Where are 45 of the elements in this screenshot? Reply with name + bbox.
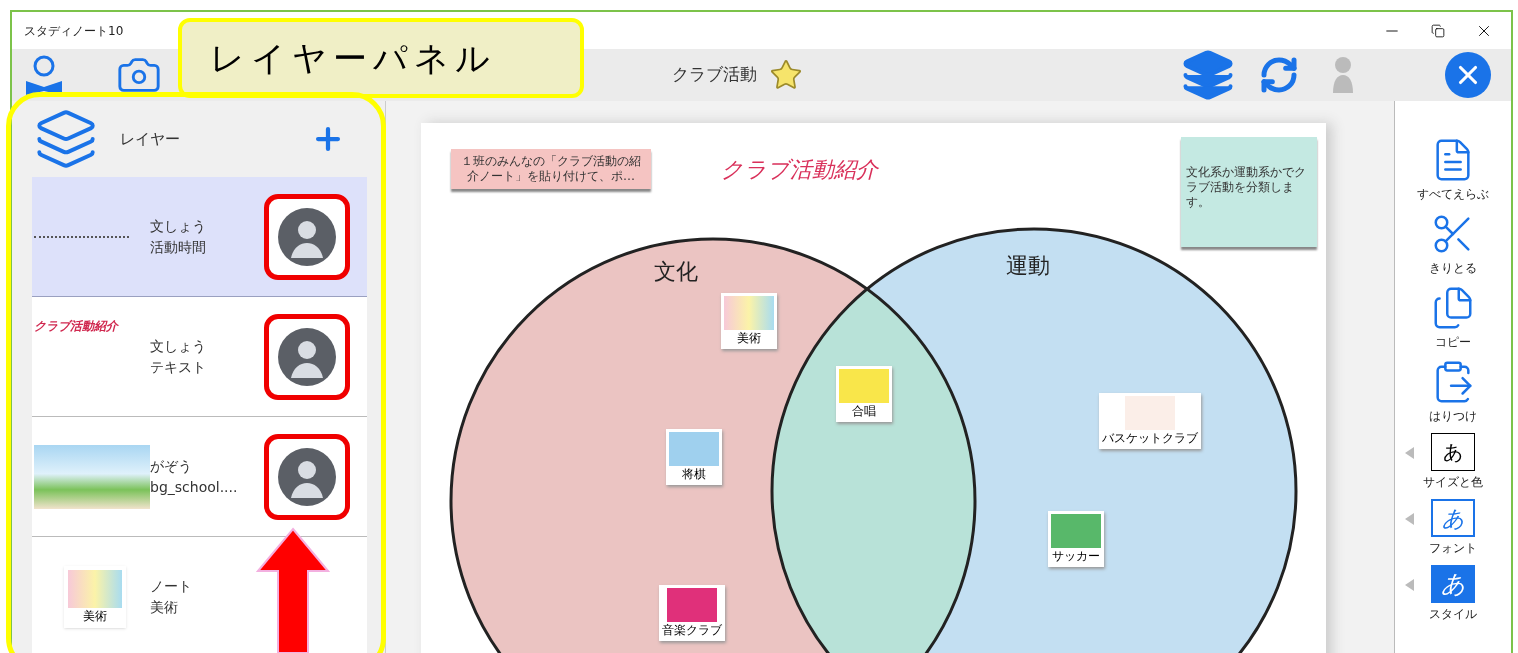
layer-type: 文しょう: [150, 216, 207, 236]
sticky-note[interactable]: １班のみんなの「クラブ活動の紹介ノート」を貼り付けて、ポ…: [451, 149, 651, 189]
layer-type: がぞう: [150, 456, 193, 476]
note-card[interactable]: 将棋: [666, 429, 722, 485]
avatar-silhouette-icon: [278, 447, 336, 506]
sync-icon[interactable]: [1259, 55, 1299, 95]
tool-button[interactable]: きりとる: [1403, 211, 1503, 279]
window-title: スタディノート10: [24, 22, 124, 40]
note-card[interactable]: 音楽クラブ: [659, 585, 725, 641]
tool-button[interactable]: あ スタイル: [1403, 565, 1503, 625]
tool-button[interactable]: コピー: [1403, 285, 1503, 353]
font-glyph: あ: [1431, 499, 1475, 537]
venn-label: 運動: [1006, 252, 1050, 280]
layer-name: bg_school....: [150, 477, 239, 497]
note-card[interactable]: 合唱: [836, 366, 892, 422]
layer-name: 美術: [150, 597, 179, 617]
tool-button[interactable]: あ サイズと色: [1403, 433, 1503, 493]
document-title: クラブ活動: [672, 63, 757, 87]
restore-icon[interactable]: [1431, 23, 1445, 38]
layer-type: ノート: [150, 576, 193, 596]
layers-icon[interactable]: [1181, 48, 1235, 102]
canvas-title: クラブ活動紹介: [721, 156, 878, 184]
tool-button[interactable]: はりつけ: [1403, 359, 1503, 427]
avatar-silhouette-icon: [278, 327, 336, 386]
note-card[interactable]: 美術: [721, 293, 777, 349]
layer-type: 文しょう: [150, 336, 207, 356]
close-button[interactable]: [1445, 52, 1491, 98]
note-card[interactable]: サッカー: [1048, 511, 1104, 567]
tool-button[interactable]: あ フォント: [1403, 499, 1503, 559]
tool-button[interactable]: すべてえらぶ: [1403, 137, 1503, 205]
layer-name: 活動時間: [150, 237, 207, 257]
style-glyph: あ: [1431, 565, 1475, 603]
venn-label: 文化: [654, 258, 698, 286]
callout-label: レイヤーパネル: [178, 18, 584, 98]
title-preview: クラブ活動紹介: [34, 318, 118, 335]
layer-item[interactable]: 文しょう 活動時間: [32, 177, 367, 297]
sticky-note[interactable]: 文化系か運動系かでクラブ活動を分類します。: [1181, 137, 1317, 247]
layer-panel-title: レイヤー: [120, 128, 180, 150]
avatar-silhouette-icon: [278, 207, 336, 266]
layers-icon: [34, 107, 98, 171]
favorite-star-icon[interactable]: [769, 58, 803, 92]
note-card-preview: 美術: [64, 565, 126, 628]
glyph-box: あ: [1431, 433, 1475, 471]
layer-name: テキスト: [150, 357, 207, 377]
note-card[interactable]: バスケットクラブ: [1099, 393, 1201, 449]
